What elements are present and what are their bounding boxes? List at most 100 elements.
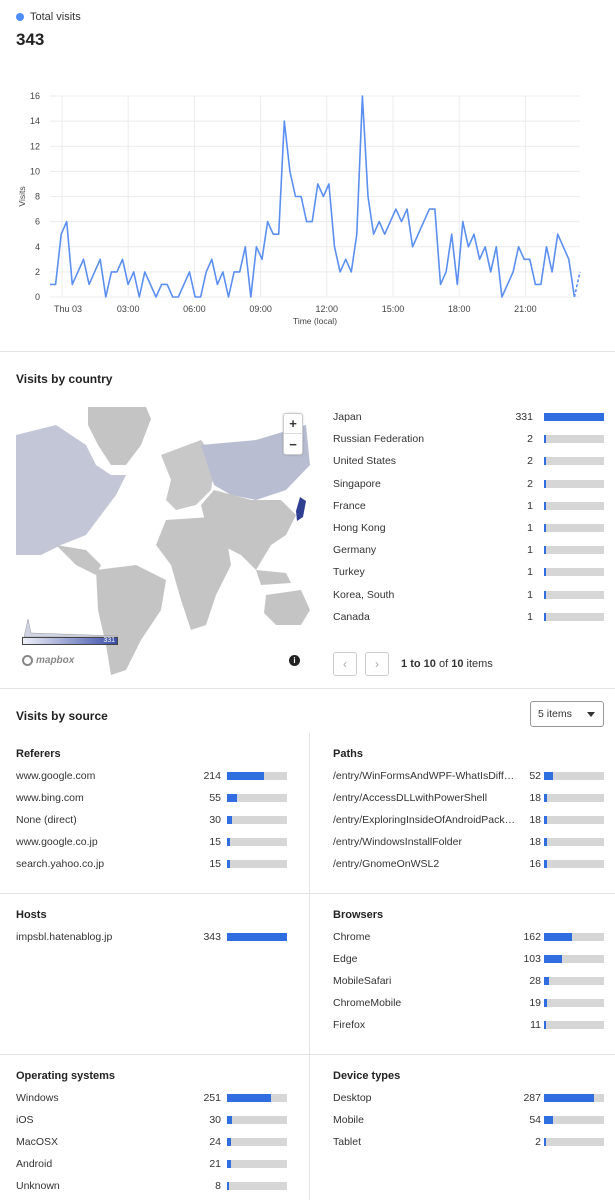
- legend-label: Total visits: [30, 11, 81, 23]
- list-item[interactable]: Android 21: [16, 1157, 291, 1171]
- list-item[interactable]: /entry/ExploringInsideOfAndroidPacka... 1…: [333, 813, 608, 827]
- value-bar: [544, 772, 604, 780]
- total-visits-value: 343: [16, 30, 45, 49]
- value-bar-fill: [544, 955, 563, 963]
- value-bar: [544, 568, 604, 577]
- list-item[interactable]: ChromeMobile 19: [333, 996, 608, 1010]
- zoom-in-button[interactable]: +: [284, 414, 302, 434]
- list-item[interactable]: Unknown 8: [16, 1179, 291, 1193]
- item-value: 18: [529, 792, 541, 804]
- list-item[interactable]: Japan 331: [333, 410, 608, 424]
- value-bar: [544, 999, 604, 1007]
- greenland-shape: [88, 407, 151, 465]
- value-bar-fill: [544, 860, 547, 868]
- item-value: 18: [529, 814, 541, 826]
- value-bar-fill: [227, 772, 265, 780]
- x-tick-label: 09:00: [249, 304, 272, 314]
- x-tick-label: 15:00: [382, 304, 405, 314]
- item-label: France: [333, 499, 366, 512]
- item-value: 343: [203, 931, 221, 943]
- list-item[interactable]: MacOSX 24: [16, 1135, 291, 1149]
- value-bar: [544, 524, 604, 532]
- list-item[interactable]: Firefox 11: [333, 1018, 608, 1032]
- value-bar-fill: [227, 860, 230, 868]
- list-item[interactable]: /entry/GnomeOnWSL2 16: [333, 857, 608, 871]
- item-label: /entry/WinFormsAndWPF-WhatIsDiffe...: [333, 770, 518, 782]
- item-value: 287: [523, 1092, 541, 1104]
- list-item[interactable]: Desktop 287: [333, 1091, 608, 1105]
- item-label: www.google.com: [16, 770, 96, 782]
- list-item[interactable]: /entry/WindowsInstallFolder 18: [333, 835, 608, 849]
- list-item[interactable]: impsbl.hatenablog.jp 343: [16, 930, 291, 944]
- item-value: 18: [529, 836, 541, 848]
- divider: [0, 893, 615, 894]
- value-bar: [544, 794, 604, 802]
- item-value: 331: [515, 411, 533, 423]
- chevron-down-icon: [587, 712, 595, 717]
- map-zoom-controls: + −: [283, 413, 303, 455]
- zoom-out-button[interactable]: −: [284, 434, 302, 454]
- item-value: 162: [523, 931, 541, 943]
- country-pager: ‹ › 1 to 10 of 10 items: [333, 652, 493, 676]
- list-item[interactable]: Korea, South 1: [333, 588, 608, 602]
- items-count-select[interactable]: 5 items: [530, 701, 604, 727]
- list-item[interactable]: /entry/AccessDLLwithPowerShell 18: [333, 791, 608, 805]
- item-value: 214: [203, 770, 221, 782]
- list-item[interactable]: United States 2: [333, 454, 608, 468]
- item-label: /entry/AccessDLLwithPowerShell: [333, 792, 488, 804]
- list-item[interactable]: Singapore 2: [333, 477, 608, 491]
- value-bar: [227, 1160, 287, 1168]
- list-item[interactable]: Hong Kong 1: [333, 521, 608, 535]
- list-item[interactable]: /entry/WinFormsAndWPF-WhatIsDiffe... 52: [333, 769, 608, 783]
- list-item[interactable]: www.bing.com 55: [16, 791, 291, 805]
- list-item[interactable]: France 1: [333, 499, 608, 513]
- item-label: Turkey: [333, 566, 365, 579]
- item-label: Desktop: [333, 1092, 372, 1104]
- y-tick-label: 10: [30, 166, 40, 176]
- item-label: /entry/GnomeOnWSL2: [333, 858, 440, 870]
- map-info-icon[interactable]: i: [289, 655, 300, 666]
- pager-of-word: of: [438, 658, 449, 670]
- item-value: 2: [535, 1136, 541, 1148]
- list-item[interactable]: None (direct) 30: [16, 813, 291, 827]
- list-item[interactable]: Edge 103: [333, 952, 608, 966]
- value-bar: [544, 612, 604, 621]
- mapbox-attribution[interactable]: mapbox: [22, 655, 74, 666]
- item-value: 52: [529, 770, 541, 782]
- value-bar: [227, 1116, 287, 1124]
- pager-prev-button[interactable]: ‹: [333, 652, 357, 676]
- item-label: Mobile: [333, 1114, 364, 1126]
- item-value: 30: [209, 1114, 221, 1126]
- value-bar-fill: [544, 838, 548, 846]
- divider: [0, 351, 615, 352]
- value-bar: [544, 457, 604, 466]
- list-item[interactable]: iOS 30: [16, 1113, 291, 1127]
- x-tick-label: 06:00: [183, 304, 206, 314]
- value-bar-fill: [544, 1116, 554, 1124]
- list-item[interactable]: www.google.co.jp 15: [16, 835, 291, 849]
- list-item[interactable]: Tablet 2: [333, 1135, 608, 1149]
- item-value: 2: [527, 477, 533, 490]
- item-value: 16: [529, 858, 541, 870]
- list-item[interactable]: search.yahoo.co.jp 15: [16, 857, 291, 871]
- list-item[interactable]: Windows 251: [16, 1091, 291, 1105]
- list-item[interactable]: Turkey 1: [333, 565, 608, 579]
- item-label: www.bing.com: [16, 792, 84, 804]
- value-bar-fill: [544, 457, 546, 466]
- value-bar: [544, 1094, 604, 1102]
- list-item[interactable]: Russian Federation 2: [333, 432, 608, 446]
- value-bar-fill: [544, 612, 546, 621]
- item-label: Firefox: [333, 1019, 366, 1031]
- value-bar-fill: [544, 933, 573, 941]
- item-label: Edge: [333, 953, 358, 965]
- list-item[interactable]: MobileSafari 28: [333, 974, 608, 988]
- pager-next-button[interactable]: ›: [365, 652, 389, 676]
- value-bar: [544, 933, 604, 941]
- list-item[interactable]: www.google.com 214: [16, 769, 291, 783]
- list-item[interactable]: Germany 1: [333, 543, 608, 557]
- list-item[interactable]: Canada 1: [333, 610, 608, 624]
- total-visits-legend[interactable]: Total visits: [16, 11, 81, 23]
- list-item[interactable]: Chrome 162: [333, 930, 608, 944]
- list-item[interactable]: Mobile 54: [333, 1113, 608, 1127]
- pager-from: 1: [401, 658, 408, 670]
